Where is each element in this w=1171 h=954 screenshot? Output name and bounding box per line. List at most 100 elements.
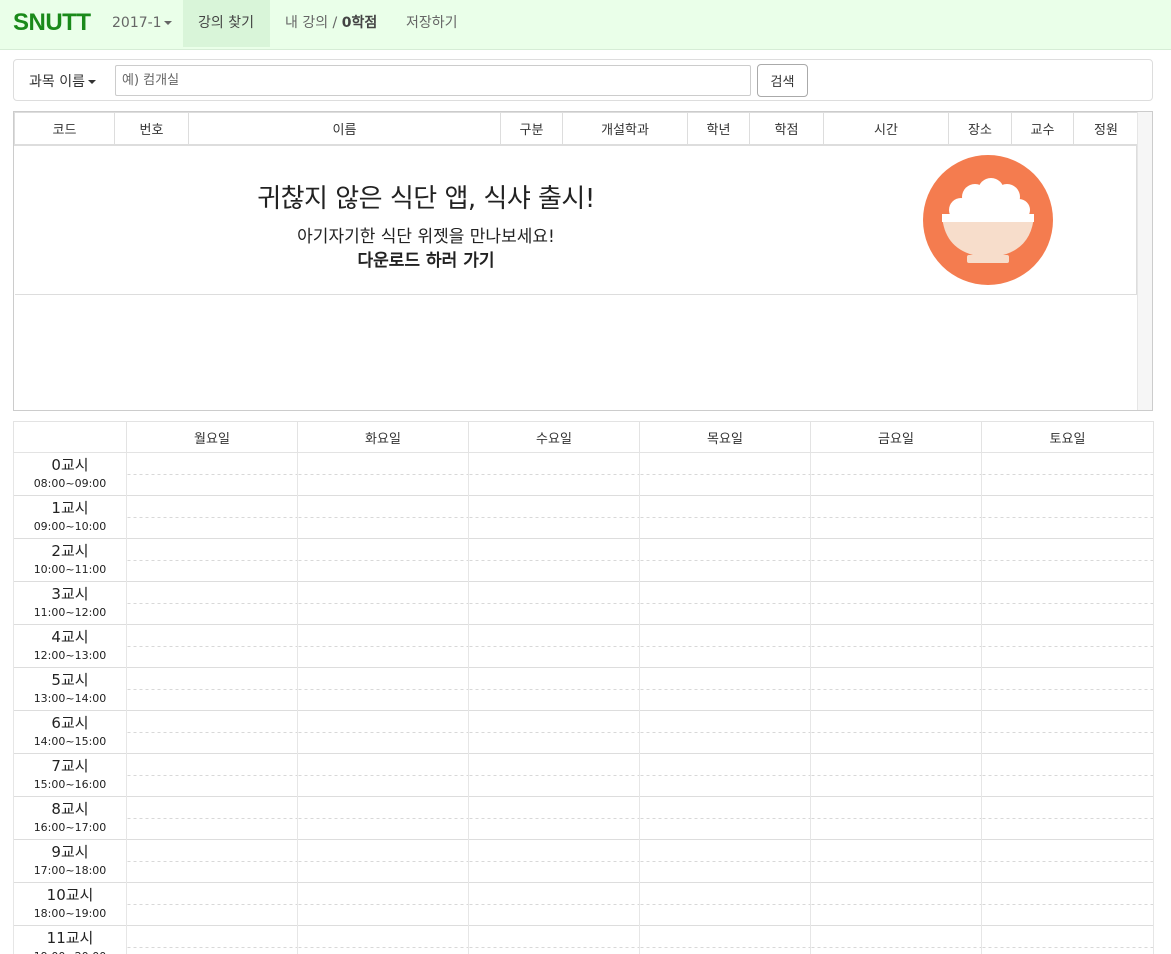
- timetable-slot[interactable]: [810, 753, 982, 797]
- timetable-slot[interactable]: [297, 796, 469, 840]
- timetable-slot[interactable]: [297, 882, 469, 926]
- brand-logo[interactable]: SNUTT: [13, 9, 91, 37]
- timetable-slot[interactable]: [981, 925, 1154, 954]
- timetable-slot[interactable]: [810, 710, 982, 754]
- timetable-slot[interactable]: [639, 624, 811, 668]
- timetable-slot[interactable]: [468, 753, 640, 797]
- timetable-slot[interactable]: [810, 796, 982, 840]
- search-button[interactable]: 검색: [757, 64, 808, 97]
- timetable-slot[interactable]: [126, 839, 298, 883]
- timetable-slot[interactable]: [810, 925, 982, 954]
- timetable-slot[interactable]: [126, 710, 298, 754]
- timetable-slot[interactable]: [981, 495, 1154, 539]
- promo-banner[interactable]: 귀찮지 않은 식단 앱, 식샤 출시! 아기자기한 식단 위젯을 만나보세요! …: [15, 144, 1137, 295]
- results-scrollbar[interactable]: [1137, 112, 1152, 410]
- timetable-slot[interactable]: [468, 538, 640, 582]
- timetable-slot[interactable]: [639, 753, 811, 797]
- timetable-slot[interactable]: [468, 796, 640, 840]
- timetable-slot[interactable]: [126, 452, 298, 496]
- timetable-slot[interactable]: [468, 495, 640, 539]
- timetable-slot[interactable]: [297, 538, 469, 582]
- timetable-slot[interactable]: [126, 925, 298, 954]
- timetable-slot[interactable]: [639, 667, 811, 711]
- timetable-slot[interactable]: [297, 624, 469, 668]
- timetable-slot[interactable]: [810, 667, 982, 711]
- results-column-header[interactable]: 교수: [1011, 112, 1074, 146]
- timetable-slot[interactable]: [810, 452, 982, 496]
- timetable-slot[interactable]: [126, 667, 298, 711]
- timetable-slot[interactable]: [639, 495, 811, 539]
- timetable-slot[interactable]: [468, 452, 640, 496]
- period-time: 18:00~19:00: [33, 907, 107, 920]
- timetable-slot[interactable]: [639, 839, 811, 883]
- timetable-slot[interactable]: [981, 839, 1154, 883]
- timetable-slot[interactable]: [126, 753, 298, 797]
- timetable-slot[interactable]: [639, 581, 811, 625]
- top-navbar: SNUTT 2017-1 강의 찾기 내 강의 / 0학점 저장하기: [0, 0, 1171, 50]
- timetable-slot[interactable]: [468, 581, 640, 625]
- timetable-slot[interactable]: [810, 882, 982, 926]
- period-cell: 10교시 18:00~19:00: [13, 882, 127, 926]
- timetable-slot[interactable]: [468, 667, 640, 711]
- timetable-slot[interactable]: [126, 538, 298, 582]
- period-label: 6교시: [51, 714, 89, 732]
- period-row: 1교시 09:00~10:00: [13, 495, 1154, 539]
- timetable-slot[interactable]: [981, 624, 1154, 668]
- timetable-slot[interactable]: [981, 667, 1154, 711]
- timetable-slot[interactable]: [639, 882, 811, 926]
- timetable-slot[interactable]: [297, 753, 469, 797]
- results-column-header[interactable]: 번호: [114, 112, 189, 146]
- timetable-slot[interactable]: [468, 925, 640, 954]
- results-column-header[interactable]: 학점: [749, 112, 824, 146]
- timetable-slot[interactable]: [981, 581, 1154, 625]
- timetable-slot[interactable]: [810, 581, 982, 625]
- timetable-slot[interactable]: [810, 495, 982, 539]
- timetable-slot[interactable]: [297, 495, 469, 539]
- timetable-slot[interactable]: [810, 538, 982, 582]
- timetable-slot[interactable]: [981, 452, 1154, 496]
- results-column-header[interactable]: 코드: [14, 112, 115, 146]
- results-column-header[interactable]: 시간: [823, 112, 949, 146]
- timetable-slot[interactable]: [126, 796, 298, 840]
- timetable-slot[interactable]: [810, 839, 982, 883]
- results-column-header[interactable]: 학년: [687, 112, 750, 146]
- timetable-slot[interactable]: [297, 581, 469, 625]
- timetable-slot[interactable]: [639, 925, 811, 954]
- results-column-header[interactable]: 이름: [188, 112, 501, 146]
- results-column-header[interactable]: 정원: [1073, 112, 1139, 146]
- tab-search-lectures[interactable]: 강의 찾기: [183, 0, 270, 47]
- search-input[interactable]: [115, 65, 751, 96]
- timetable-slot[interactable]: [297, 452, 469, 496]
- timetable-slot[interactable]: [126, 495, 298, 539]
- timetable-slot[interactable]: [126, 624, 298, 668]
- results-column-header[interactable]: 구분: [500, 112, 563, 146]
- period-label: 7교시: [51, 757, 89, 775]
- timetable-slot[interactable]: [468, 839, 640, 883]
- timetable-slot[interactable]: [297, 839, 469, 883]
- results-column-header[interactable]: 장소: [948, 112, 1012, 146]
- timetable-slot[interactable]: [981, 796, 1154, 840]
- tab-save[interactable]: 저장하기: [391, 0, 473, 47]
- timetable-slot[interactable]: [639, 710, 811, 754]
- timetable-slot[interactable]: [126, 581, 298, 625]
- timetable-slot[interactable]: [639, 796, 811, 840]
- banner-download-link[interactable]: 다운로드 하러 가기: [15, 246, 837, 271]
- timetable-slot[interactable]: [297, 925, 469, 954]
- semester-dropdown[interactable]: 2017-1: [97, 0, 187, 47]
- timetable-slot[interactable]: [639, 538, 811, 582]
- timetable-slot[interactable]: [639, 452, 811, 496]
- results-column-header[interactable]: 개설학과: [562, 112, 688, 146]
- timetable-slot[interactable]: [981, 882, 1154, 926]
- timetable-slot[interactable]: [297, 710, 469, 754]
- timetable-slot[interactable]: [468, 882, 640, 926]
- timetable-slot[interactable]: [981, 753, 1154, 797]
- tab-my-lectures[interactable]: 내 강의 / 0학점: [270, 0, 392, 47]
- timetable-slot[interactable]: [468, 624, 640, 668]
- timetable-slot[interactable]: [810, 624, 982, 668]
- timetable-slot[interactable]: [981, 538, 1154, 582]
- search-field-dropdown[interactable]: 과목 이름: [29, 71, 96, 91]
- timetable-slot[interactable]: [126, 882, 298, 926]
- timetable-slot[interactable]: [981, 710, 1154, 754]
- timetable-slot[interactable]: [468, 710, 640, 754]
- timetable-slot[interactable]: [297, 667, 469, 711]
